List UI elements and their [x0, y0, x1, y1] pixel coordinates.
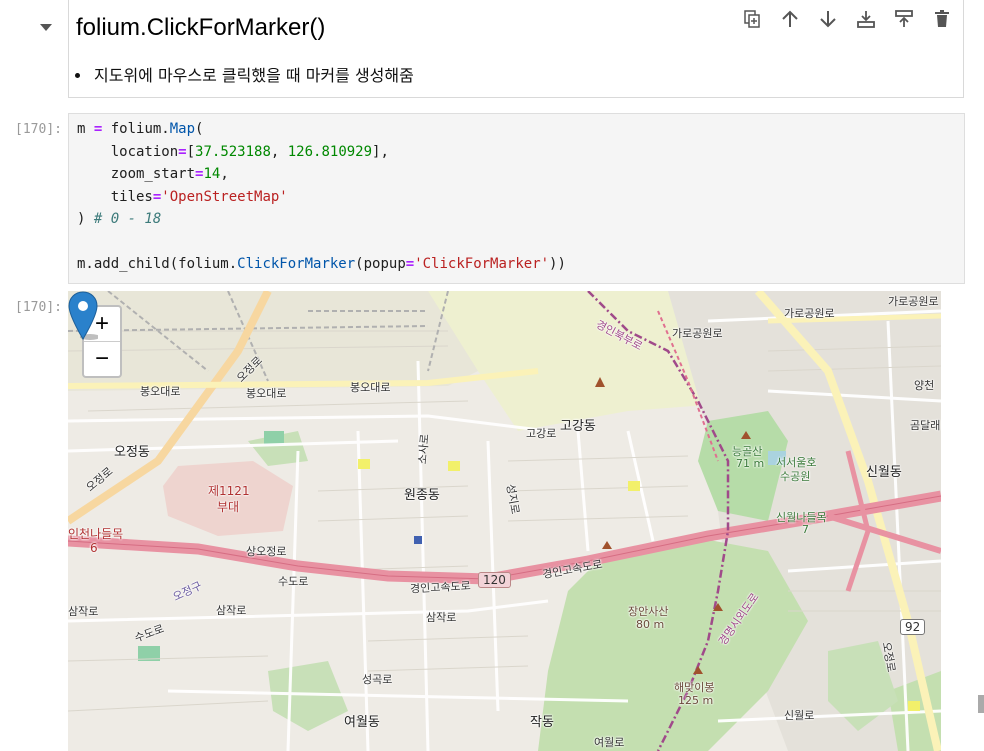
code-line-1: m = folium.Map(	[77, 121, 204, 137]
code-line-2: location=[37.523188, 126.810929],	[77, 144, 389, 160]
map-label: 여월동	[344, 715, 380, 730]
map-label: 125 m	[678, 694, 714, 707]
map-label: 가로공원로	[672, 327, 723, 340]
zoom-out-button[interactable]: −	[84, 341, 120, 376]
duplicate-icon	[744, 10, 760, 28]
markdown-bullet: 지도위에 마우스로 클릭했을 때 마커를 생성해줌	[92, 62, 414, 86]
scrollbar-thumb[interactable]	[978, 695, 984, 713]
expressway-shield: 120	[478, 572, 511, 588]
map-label: 가로공원로	[784, 307, 835, 320]
map-label: 인천나들목	[68, 527, 124, 541]
map-label: 오정동	[114, 445, 150, 460]
trash-icon	[935, 10, 949, 27]
move-down-button[interactable]	[811, 8, 845, 30]
road-shield: 92	[900, 619, 926, 635]
map-label: 제1121	[208, 484, 250, 498]
map-label: 성곡로	[362, 673, 393, 686]
map-label: 부대	[217, 500, 240, 514]
map-label: 가로공원로	[888, 295, 939, 308]
map-label: 7	[802, 523, 809, 536]
map-label: 71 m	[736, 457, 765, 470]
duplicate-button[interactable]	[735, 8, 769, 30]
map-label: 경인고속도로	[409, 579, 472, 596]
code-line-4: tiles='OpenStreetMap'	[77, 189, 288, 205]
code-prompt: [170]:	[15, 122, 62, 137]
code-line-5: ) # 0 - 18	[77, 211, 162, 227]
map-label: 삼작로	[216, 604, 247, 617]
map-label: 봉오대로	[350, 381, 391, 394]
cell-toolbar	[735, 8, 959, 30]
map-label: 고강동	[560, 419, 596, 434]
arrow-up-icon	[782, 10, 798, 27]
code-line-3: zoom_start=14,	[77, 166, 229, 182]
map-label: 봉오대로	[140, 385, 181, 398]
map-label: 신월동	[866, 465, 902, 480]
arrow-down-icon	[820, 11, 836, 28]
map-label: 작동	[530, 715, 554, 730]
markdown-bullet-list: 지도위에 마우스로 클릭했을 때 마커를 생성해줌	[76, 62, 414, 86]
map-label: 삼작로	[68, 605, 99, 618]
map-label: 여월로	[594, 736, 625, 749]
insert-above-icon	[857, 11, 875, 28]
code-line-7: m.add_child(folium.ClickForMarker(popup=…	[77, 256, 566, 272]
markdown-cell[interactable]: folium.ClickForMarker() 지도위에 마우스로 클릭했을 때…	[68, 0, 964, 98]
insert-below-icon	[895, 10, 913, 27]
code-cell[interactable]: m = folium.Map( location=[37.523188, 126…	[68, 113, 965, 284]
markdown-title: folium.ClickForMarker()	[76, 14, 326, 41]
collapse-arrow-icon[interactable]	[40, 24, 52, 31]
insert-below-button[interactable]	[887, 8, 921, 30]
map-label: 곰달래	[910, 419, 941, 432]
map-label: 봉오대로	[246, 387, 287, 400]
map-label: 장안사산	[628, 605, 669, 618]
map-label: 원종동	[404, 488, 440, 503]
map-label: 수공원	[780, 470, 811, 483]
map-label: 고강로	[526, 427, 557, 440]
output-prompt: [170]:	[15, 300, 62, 315]
map-label: 80 m	[636, 618, 665, 631]
move-up-button[interactable]	[773, 8, 807, 30]
map-label: 6	[90, 541, 98, 555]
map-label: 해맞이봉	[674, 681, 715, 694]
map-label: 소사로	[415, 433, 432, 465]
map-label: 상오정로	[246, 545, 287, 558]
folium-map[interactable]: + − 오정로 봉오대로 봉오대로 봉오대로 오정동 오정로 제1121 부대 …	[68, 291, 941, 751]
map-label: 양천	[914, 379, 935, 392]
map-marker-icon[interactable]	[68, 291, 98, 341]
map-label: 삼작로	[426, 611, 457, 624]
map-label: 수도로	[278, 575, 309, 588]
map-label: 신월로	[784, 709, 815, 722]
insert-above-button[interactable]	[849, 8, 883, 30]
delete-button[interactable]	[925, 8, 959, 30]
